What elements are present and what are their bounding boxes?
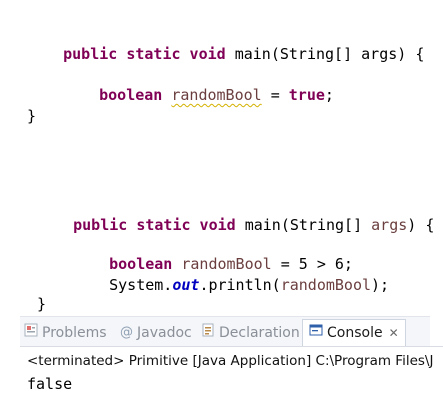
assignment-operator: = bbox=[261, 86, 289, 104]
semicolon: ; bbox=[324, 86, 334, 104]
at-icon: @ bbox=[120, 325, 133, 340]
keyword-true: true bbox=[288, 86, 325, 104]
tab-declaration[interactable]: Declaration bbox=[201, 323, 300, 343]
argument-variable: randomBool bbox=[280, 276, 372, 294]
console-output-area: <terminated> Primitive [Java Application… bbox=[20, 346, 443, 420]
closing-brace: } bbox=[27, 107, 37, 125]
keyword: public static void bbox=[73, 216, 236, 234]
parameter-name: args bbox=[371, 216, 408, 234]
keyword-boolean: boolean bbox=[99, 86, 163, 104]
method-signature-line: public static void main(String[] args) { bbox=[37, 195, 434, 234]
keyword: public static void bbox=[63, 45, 226, 63]
console-icon bbox=[309, 320, 323, 346]
variable-declaration-line: boolean randomBool = 5 > 6; bbox=[73, 234, 353, 273]
tab-label: Console bbox=[327, 325, 383, 341]
close-icon[interactable]: ✕ bbox=[389, 326, 399, 340]
variable-declaration-line: boolean randomBool = true; bbox=[63, 65, 334, 104]
tab-label: Declaration bbox=[219, 325, 300, 341]
variable-name: randomBool bbox=[171, 86, 262, 104]
method-signature-line: public static void main(String[] args) { bbox=[27, 24, 424, 63]
tab-console[interactable]: Console ✕ bbox=[302, 319, 406, 346]
out-field: out bbox=[172, 276, 200, 294]
problems-icon bbox=[24, 323, 38, 343]
closing-brace: } bbox=[37, 295, 47, 313]
tab-javadoc[interactable]: @ Javadoc bbox=[120, 323, 192, 343]
method-declaration-end: ) { bbox=[407, 216, 435, 234]
console-tab-bar: Problems @ Javadoc Declaration Console ✕ bbox=[20, 316, 430, 347]
console-output: false bbox=[27, 375, 73, 393]
tab-label: Problems bbox=[42, 325, 107, 341]
tab-problems[interactable]: Problems bbox=[24, 323, 107, 343]
println-call: .println( bbox=[199, 276, 281, 294]
call-end: ); bbox=[371, 276, 390, 294]
println-line: System.out.println(randomBool); bbox=[73, 255, 389, 294]
system-class: System. bbox=[109, 276, 173, 294]
terminated-status: <terminated> Primitive [Java Application… bbox=[27, 353, 434, 369]
method-declaration: main(String[] bbox=[235, 216, 372, 234]
tab-label: Javadoc bbox=[137, 325, 192, 341]
method-declaration: main(String[] args) { bbox=[225, 45, 425, 63]
declaration-icon bbox=[201, 323, 215, 343]
